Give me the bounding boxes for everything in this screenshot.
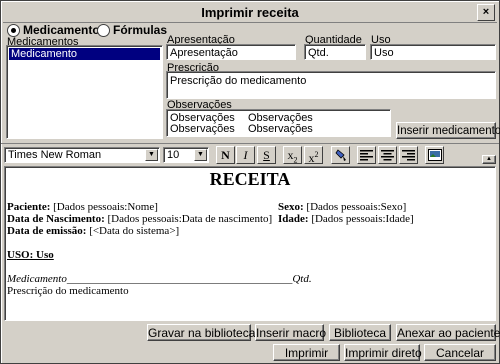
collapse-button[interactable]: ▲ xyxy=(482,155,496,164)
align-right-button[interactable] xyxy=(399,146,418,164)
idade-label: Idade: xyxy=(278,213,309,225)
chevron-down-icon[interactable]: ▼ xyxy=(194,149,207,161)
apresentacao-field[interactable]: Apresentação xyxy=(166,44,296,60)
observacoes-cell: Observações xyxy=(170,123,235,135)
sexo-line: Sexo: [Dados pessoais:Sexo] xyxy=(278,201,406,213)
emissao-label: Data de emissão: xyxy=(7,225,87,237)
gravar-biblioteca-button[interactable]: Gravar na biblioteca xyxy=(147,324,255,341)
paint-button[interactable] xyxy=(331,146,350,164)
close-button[interactable]: × xyxy=(477,4,495,21)
insert-image-button[interactable] xyxy=(425,146,444,164)
subscript-mark: 2 xyxy=(293,155,298,165)
align-center-icon xyxy=(381,150,394,161)
document-title: RECEITA xyxy=(209,169,291,189)
imprimir-button[interactable]: Imprimir xyxy=(273,344,340,361)
paciente-label: Paciente: xyxy=(7,201,51,213)
quantidade-field[interactable]: Qtd. xyxy=(304,44,366,60)
paint-icon xyxy=(334,149,346,161)
paciente-value: [Dados pessoais:Nome] xyxy=(53,201,158,213)
cancelar-button[interactable]: Cancelar xyxy=(424,344,496,361)
radio-medicamentos-label: Medicamentos xyxy=(23,23,107,37)
radio-formulas-label: Fórmulas xyxy=(113,23,168,37)
uso-field[interactable]: Uso xyxy=(370,44,496,60)
divider xyxy=(1,143,499,144)
prescricao-field[interactable]: Prescrição do medicamento xyxy=(166,71,496,99)
font-size-select[interactable]: 10 ▼ xyxy=(163,147,209,163)
image-icon xyxy=(427,149,442,161)
font-select-value: Times New Roman xyxy=(8,149,102,161)
prescricao-line: Prescrição do medicamento xyxy=(7,285,129,297)
font-size-value: 10 xyxy=(167,149,180,161)
print-prescription-window: Imprimir receita × Medicamentos Fórmulas… xyxy=(0,0,500,364)
medicamento-line: Medicamento_____________________________… xyxy=(7,273,312,285)
list-item[interactable]: Medicamento xyxy=(9,48,160,60)
uso-heading: USO: Uso xyxy=(7,249,54,261)
nascimento-line: Data de Nascimento: [Dados pessoais:Data… xyxy=(7,213,272,225)
align-left-icon xyxy=(360,150,373,161)
sexo-label: Sexo: xyxy=(278,201,304,213)
title-bar: Imprimir receita × xyxy=(3,3,497,23)
inserir-medicamento-button[interactable]: Inserir medicamento xyxy=(396,122,500,139)
align-right-icon xyxy=(402,150,415,161)
emissao-line: Data de emissão: [<Data do sistema>] xyxy=(7,225,179,237)
align-center-button[interactable] xyxy=(378,146,397,164)
emissao-value: [<Data do sistema>] xyxy=(89,225,180,237)
superscript-mark: 2 xyxy=(314,150,319,159)
radio-medicamentos[interactable]: Medicamentos xyxy=(7,23,106,37)
observacoes-field[interactable]: Observações Observações Observações Obse… xyxy=(166,109,391,137)
medicamentos-list[interactable]: Medicamento xyxy=(6,45,163,139)
nascimento-value: [Dados pessoais:Data de nascimento] xyxy=(107,213,273,225)
italic-button[interactable]: I xyxy=(236,146,255,164)
collapse-arrow-icon: ▲ xyxy=(486,156,492,162)
observacoes-cell: Observações xyxy=(248,123,313,135)
radio-selected-icon xyxy=(7,23,20,37)
anexar-paciente-button[interactable]: Anexar ao paciente xyxy=(396,324,500,341)
bold-button[interactable]: N xyxy=(216,146,235,164)
inserir-macro-button[interactable]: Inserir macro xyxy=(255,324,326,341)
idade-value: [Dados pessoais:Idade] xyxy=(311,213,414,225)
underline-button[interactable]: S xyxy=(257,146,276,164)
font-select[interactable]: Times New Roman ▼ xyxy=(4,147,160,163)
imprimir-direto-button[interactable]: Imprimir direto xyxy=(344,344,422,361)
sexo-value: [Dados pessoais:Sexo] xyxy=(306,201,407,213)
superscript-button[interactable]: x2 xyxy=(304,146,323,165)
biblioteca-button[interactable]: Biblioteca xyxy=(329,324,391,341)
prescription-editor[interactable]: RECEITA Paciente: [Dados pessoais:Nome] … xyxy=(4,166,496,321)
window-title: Imprimir receita xyxy=(201,5,299,20)
subscript-button[interactable]: x2 xyxy=(283,146,302,164)
chevron-down-icon[interactable]: ▼ xyxy=(145,149,158,161)
radio-formulas[interactable]: Fórmulas xyxy=(97,23,167,37)
paciente-line: Paciente: [Dados pessoais:Nome] xyxy=(7,201,158,213)
idade-line: Idade: [Dados pessoais:Idade] xyxy=(278,213,414,225)
radio-unselected-icon xyxy=(97,23,110,37)
align-left-button[interactable] xyxy=(357,146,376,164)
nascimento-label: Data de Nascimento: xyxy=(7,213,105,225)
